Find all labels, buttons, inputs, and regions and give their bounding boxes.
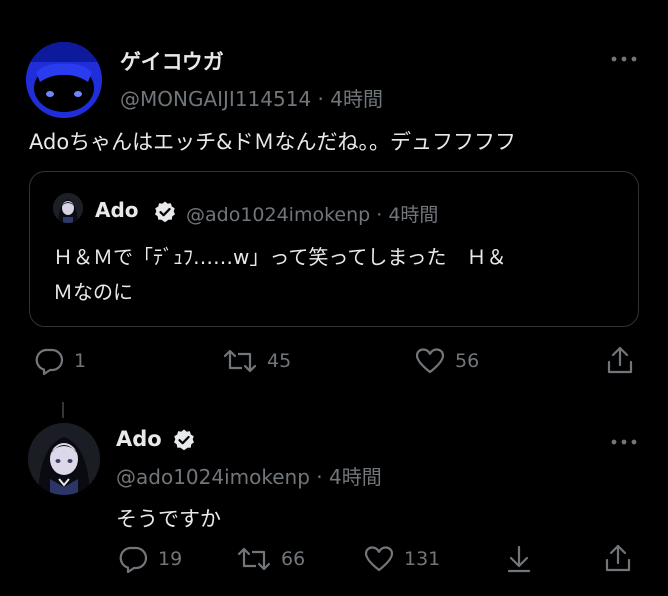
download-icon xyxy=(507,545,531,573)
more-options-button[interactable] xyxy=(611,44,637,69)
reply-meta: @ado1024imokenp · 4時間 xyxy=(116,461,382,490)
tweet-meta: @MONGAIJI114514 · 4時間 xyxy=(120,83,383,112)
reply-handle[interactable]: @ado1024imokenp xyxy=(116,465,310,489)
heart-icon xyxy=(415,348,445,374)
reply-like-count: 131 xyxy=(404,548,441,570)
avatar[interactable] xyxy=(26,42,102,118)
heart-icon xyxy=(364,546,394,572)
like-button[interactable]: 56 xyxy=(415,347,479,375)
retweet-icon xyxy=(223,349,257,373)
reply-avatar-image xyxy=(28,423,100,495)
like-count: 56 xyxy=(455,350,480,372)
reply-count: 1 xyxy=(74,350,87,372)
retweet-count: 45 xyxy=(267,350,292,372)
meta-separator: · xyxy=(311,87,331,111)
reply-share-button[interactable] xyxy=(604,543,632,573)
quote-text-line-2: Ｍなのに xyxy=(53,280,133,304)
quote-avatar[interactable] xyxy=(53,193,83,223)
reply-like-button[interactable]: 131 xyxy=(364,545,440,573)
tweet-display-name[interactable]: ゲイコウガ xyxy=(120,46,224,76)
reply-text: そうですか xyxy=(116,507,221,531)
share-icon xyxy=(605,544,631,572)
download-button[interactable] xyxy=(505,544,533,574)
meta-separator: · xyxy=(309,465,329,489)
avatar-image xyxy=(26,42,102,118)
quote-handle[interactable]: @ado1024imokenp xyxy=(186,204,370,226)
tweet-text: Adoちゃんはエッチ&ドＭなんだね。。デュフフフフ xyxy=(29,130,517,154)
more-horizontal-icon xyxy=(611,439,637,445)
reply-display-name[interactable]: Ado xyxy=(116,427,162,451)
thread-connector-line xyxy=(62,402,64,418)
reply-avatar[interactable] xyxy=(28,423,100,495)
more-horizontal-icon xyxy=(611,56,637,62)
quote-meta: @ado1024imokenp · 4時間 xyxy=(186,200,438,227)
reply-button[interactable]: 1 xyxy=(34,347,86,375)
reply-reply-button[interactable]: 19 xyxy=(118,545,182,573)
meta-separator: · xyxy=(370,204,389,226)
reply-retweet-count: 66 xyxy=(281,548,306,570)
reply-time[interactable]: 4時間 xyxy=(329,465,382,489)
quote-avatar-image xyxy=(53,193,83,223)
share-button[interactable] xyxy=(606,345,634,375)
retweet-button[interactable]: 45 xyxy=(223,347,291,375)
verified-badge-icon xyxy=(174,429,194,451)
tweet-time[interactable]: 4時間 xyxy=(330,87,383,111)
quote-display-name[interactable]: Ado xyxy=(95,198,139,222)
reply-retweet-button[interactable]: 66 xyxy=(237,545,305,573)
reply-more-options-button[interactable] xyxy=(611,427,637,452)
quote-text-line-1: Ｈ＆Ｍで「ﾃﾞｭﾌ……w」って笑ってしまった Ｈ＆ xyxy=(53,245,507,269)
reply-icon xyxy=(119,546,148,573)
quote-time[interactable]: 4時間 xyxy=(388,204,438,226)
reply-icon xyxy=(35,348,64,375)
share-icon xyxy=(607,346,633,374)
retweet-icon xyxy=(237,547,271,571)
verified-badge-icon xyxy=(155,201,175,223)
reply-reply-count: 19 xyxy=(158,548,183,570)
tweet-handle[interactable]: @MONGAIJI114514 xyxy=(120,87,311,111)
